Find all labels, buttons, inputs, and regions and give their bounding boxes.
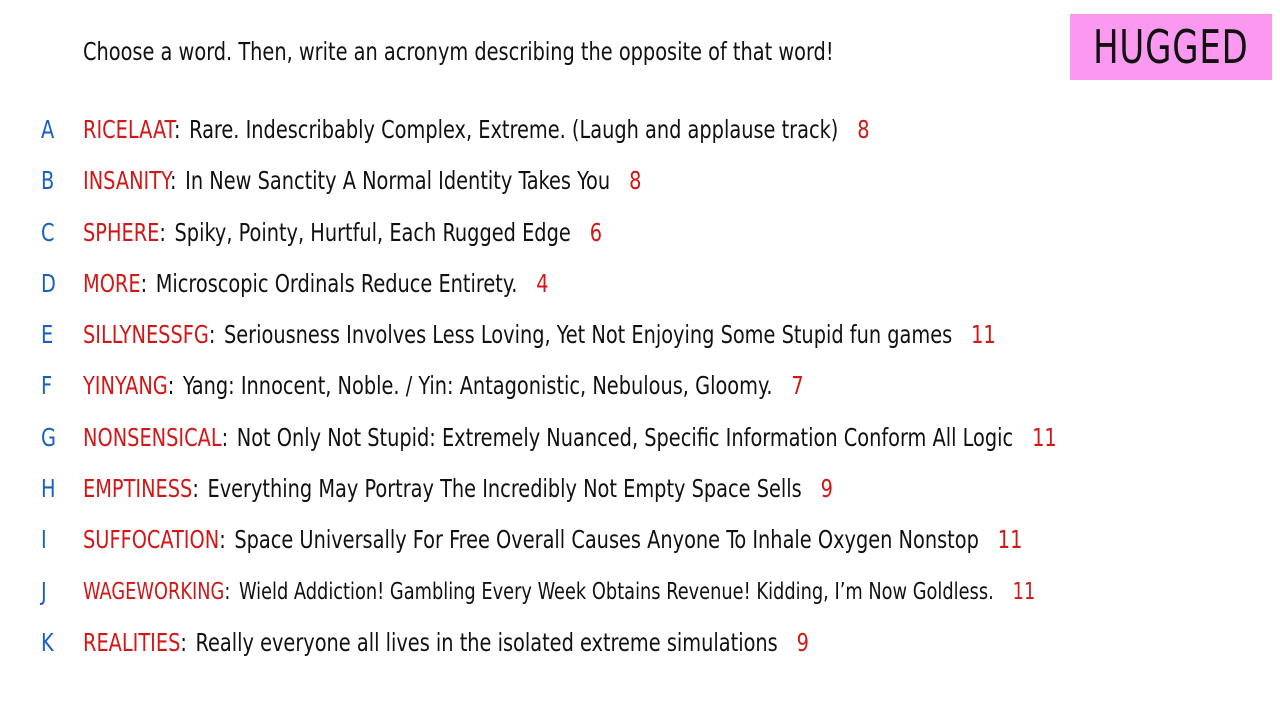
entry-list: A RICELAAT: Rare. Indescribably Complex, … bbox=[0, 106, 1280, 670]
entry-colon: : bbox=[180, 627, 187, 657]
entry-text: SPHERE: Spiky, Pointy, Hurtful, Each Rugg… bbox=[83, 209, 602, 257]
entry-acronym: Rare. Indescribably Complex, Extreme. (L… bbox=[189, 115, 839, 144]
entry-score: 6 bbox=[589, 217, 603, 247]
entry-letter: D bbox=[41, 268, 56, 298]
list-item: J WAGEWORKING: Wield Addiction! Gambling … bbox=[0, 568, 1280, 619]
entry-score: 8 bbox=[857, 115, 870, 144]
entry-acronym: Not Only Not Stupid: Extremely Nuanced, … bbox=[236, 422, 1014, 452]
entry-word: RICELAAT bbox=[83, 115, 174, 144]
list-item: H EMPTINESS: Everything May Portray The I… bbox=[0, 465, 1280, 516]
entry-word: NONSENSICAL bbox=[83, 422, 222, 452]
entry-acronym: Wield Addiction! Gambling Every Week Obt… bbox=[238, 578, 994, 605]
entry-score: 7 bbox=[791, 371, 804, 401]
entry-letter: G bbox=[41, 422, 56, 452]
entry-score: 9 bbox=[796, 627, 809, 657]
list-item: K REALITIES: Really everyone all lives in… bbox=[0, 619, 1280, 670]
entry-text: WAGEWORKING: Wield Addiction! Gambling Ev… bbox=[83, 568, 1035, 616]
entry-text: RICELAAT: Rare. Indescribably Complex, Ex… bbox=[83, 106, 870, 154]
list-item: C SPHERE: Spiky, Pointy, Hurtful, Each Ru… bbox=[0, 209, 1280, 260]
entry-word: REALITIES bbox=[83, 627, 181, 657]
entry-colon: : bbox=[170, 166, 177, 196]
entry-letter: C bbox=[41, 217, 55, 247]
entry-acronym: Seriousness Involves Less Loving, Yet No… bbox=[223, 320, 953, 350]
entry-letter: A bbox=[41, 115, 55, 144]
entry-colon: : bbox=[159, 217, 166, 247]
entry-letter: E bbox=[41, 320, 54, 350]
entry-colon: : bbox=[219, 525, 226, 555]
entry-acronym: Yang: Innocent, Noble. / Yin: Antagonist… bbox=[182, 371, 773, 401]
list-item: B INSANITY: In New Sanctity A Normal Iden… bbox=[0, 157, 1280, 208]
entry-colon: : bbox=[221, 422, 229, 452]
entry-text: NONSENSICAL: Not Only Not Stupid: Extreme… bbox=[83, 414, 1057, 462]
list-item: A RICELAAT: Rare. Indescribably Complex, … bbox=[0, 106, 1280, 157]
entry-word: WAGEWORKING bbox=[83, 578, 225, 605]
entry-word: YINYANG bbox=[83, 371, 168, 401]
instruction-text: Choose a word. Then, write an acronym de… bbox=[83, 37, 834, 66]
entry-score: 11 bbox=[971, 320, 996, 350]
list-item: F YINYANG: Yang: Innocent, Noble. / Yin: … bbox=[0, 362, 1280, 413]
entry-score: 4 bbox=[536, 268, 549, 298]
entry-text: REALITIES: Really everyone all lives in t… bbox=[83, 619, 809, 667]
entry-acronym: In New Sanctity A Normal Identity Takes … bbox=[185, 166, 611, 196]
entry-letter: F bbox=[41, 371, 53, 401]
entry-acronym: Space Universally For Free Overall Cause… bbox=[234, 525, 979, 555]
entry-text: INSANITY: In New Sanctity A Normal Identi… bbox=[83, 157, 641, 205]
list-item: E SILLYNESSFG: Seriousness Involves Less … bbox=[0, 311, 1280, 362]
entry-colon: : bbox=[140, 268, 148, 298]
entry-word: EMPTINESS bbox=[83, 474, 193, 504]
entry-letter: I bbox=[41, 525, 47, 555]
entry-acronym: Really everyone all lives in the isolate… bbox=[195, 627, 778, 657]
entry-colon: : bbox=[208, 320, 216, 350]
entry-score: 9 bbox=[820, 474, 833, 504]
entry-text: EMPTINESS: Everything May Portray The Inc… bbox=[83, 465, 833, 513]
list-item: D MORE: Microscopic Ordinals Reduce Entir… bbox=[0, 260, 1280, 311]
entry-word: SPHERE bbox=[83, 217, 160, 247]
entry-word: INSANITY bbox=[83, 166, 171, 196]
entry-text: MORE: Microscopic Ordinals Reduce Entiret… bbox=[83, 260, 549, 308]
entry-word: SILLYNESSFG bbox=[83, 320, 209, 350]
player-name-badge: HUGGED bbox=[1070, 14, 1272, 80]
entry-score: 11 bbox=[1012, 578, 1036, 605]
entry-letter: B bbox=[41, 166, 55, 196]
entry-acronym: Everything May Portray The Incredibly No… bbox=[207, 474, 802, 504]
entry-word: SUFFOCATION bbox=[83, 525, 220, 555]
entry-colon: : bbox=[192, 474, 199, 504]
list-item: G NONSENSICAL: Not Only Not Stupid: Extre… bbox=[0, 414, 1280, 465]
entry-score: 11 bbox=[1032, 422, 1057, 452]
entry-text: SUFFOCATION: Space Universally For Free O… bbox=[83, 516, 1022, 564]
entry-text: YINYANG: Yang: Innocent, Noble. / Yin: An… bbox=[83, 362, 804, 410]
entry-score: 11 bbox=[997, 525, 1023, 555]
entry-word: MORE bbox=[83, 268, 141, 298]
entry-colon: : bbox=[167, 371, 175, 401]
entry-acronym: Spiky, Pointy, Hurtful, Each Rugged Edge bbox=[174, 217, 571, 247]
entry-acronym: Microscopic Ordinals Reduce Entirety. bbox=[155, 268, 518, 298]
entry-letter: H bbox=[41, 474, 56, 504]
entry-colon: : bbox=[224, 578, 231, 605]
player-name: HUGGED bbox=[1093, 20, 1249, 74]
entry-text: SILLYNESSFG: Seriousness Involves Less Lo… bbox=[83, 311, 996, 359]
entry-colon: : bbox=[173, 115, 181, 144]
entry-score: 8 bbox=[629, 166, 642, 196]
list-item: I SUFFOCATION: Space Universally For Free… bbox=[0, 516, 1280, 567]
entry-letter: K bbox=[41, 627, 54, 657]
entry-letter: J bbox=[41, 576, 47, 606]
